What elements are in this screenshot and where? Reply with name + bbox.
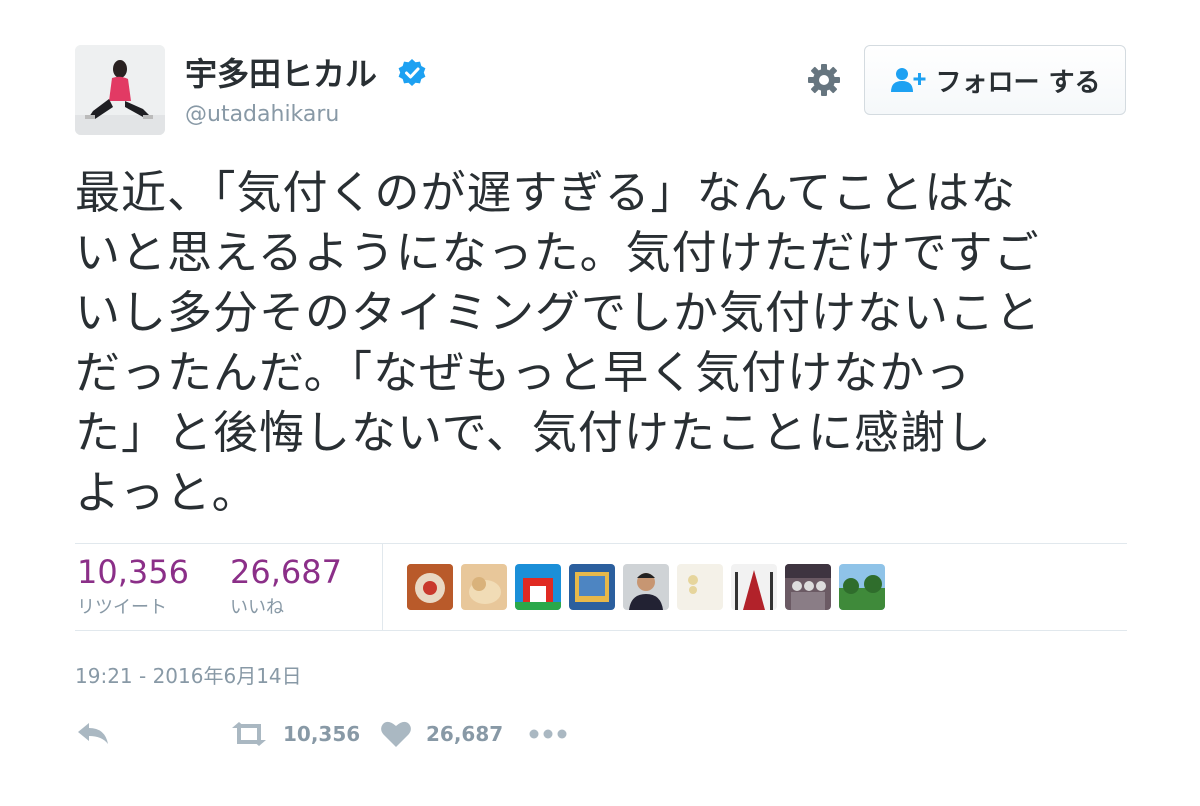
- liker-avatar[interactable]: [515, 564, 561, 610]
- reply-button[interactable]: [75, 716, 111, 752]
- liker-avatar[interactable]: [623, 564, 669, 610]
- retweet-stat-label: リツイート: [77, 597, 167, 618]
- liker-avatar[interactable]: [677, 564, 723, 610]
- stats-divider: [382, 544, 383, 630]
- retweet-button[interactable]: 10,356: [229, 716, 360, 752]
- tweet-timestamp[interactable]: 19:21 - 2016年6月14日: [75, 660, 302, 689]
- tweet-text-line: た」と後悔しないで、気付けたことに感謝し: [75, 406, 992, 459]
- like-stat-count: 26,687: [230, 553, 342, 591]
- tweet-text-line: 最近、「気付くのが遅すぎる」なんてことはな: [75, 166, 1017, 219]
- follow-button[interactable]: フォロー する: [864, 45, 1126, 115]
- retweet-stat[interactable]: 10,356 リツイート: [77, 554, 189, 622]
- more-button[interactable]: [528, 716, 568, 752]
- like-stat-label: いいね: [230, 597, 284, 618]
- liker-avatar[interactable]: [839, 564, 885, 610]
- tweet-card: 宇多田ヒカル @utadahikaru フォロー する 最近、「気付くのが遅すぎ…: [0, 0, 1200, 806]
- retweet-icon: [229, 720, 269, 748]
- user-handle[interactable]: @utadahikaru: [185, 101, 339, 129]
- tweet-text-line: だったんだ。「なぜもっと早く気付けなかっ: [75, 346, 972, 399]
- follow-button-label: フォロー する: [935, 67, 1101, 98]
- display-name[interactable]: 宇多田ヒカル: [185, 54, 377, 94]
- tweet-text-line: よっと。: [75, 466, 258, 519]
- like-count: 26,687: [426, 722, 504, 746]
- follow-user-icon: [889, 65, 929, 95]
- tweet-stats: 10,356 リツイート 26,687 いいね: [75, 543, 1127, 631]
- tweet-text-line: いし多分そのタイミングでしか気付けないこと: [75, 286, 1042, 339]
- tweet-actions: 10,356 26,687: [75, 716, 675, 752]
- avatar[interactable]: [75, 45, 165, 135]
- liker-avatar[interactable]: [461, 564, 507, 610]
- reply-icon: [75, 720, 111, 748]
- tweet-text-line: いと思えるようになった。気付けただけですご: [75, 226, 1040, 279]
- liker-avatars: [407, 564, 893, 610]
- retweet-stat-count: 10,356: [77, 553, 189, 591]
- like-stat[interactable]: 26,687 いいね: [230, 554, 342, 622]
- like-button[interactable]: 26,687: [380, 716, 503, 752]
- more-dots-icon: [528, 728, 568, 740]
- liker-avatar[interactable]: [731, 564, 777, 610]
- liker-avatar[interactable]: [407, 564, 453, 610]
- gear-icon[interactable]: [804, 60, 844, 100]
- like-heart-icon: [380, 720, 412, 748]
- liker-avatar[interactable]: [569, 564, 615, 610]
- tweet-text: 最近、「気付くのが遅すぎる」なんてことはな いと思えるようになった。気付けただけ…: [75, 163, 1135, 523]
- liker-avatar[interactable]: [785, 564, 831, 610]
- verified-badge-icon: [397, 58, 427, 88]
- retweet-count: 10,356: [283, 722, 361, 746]
